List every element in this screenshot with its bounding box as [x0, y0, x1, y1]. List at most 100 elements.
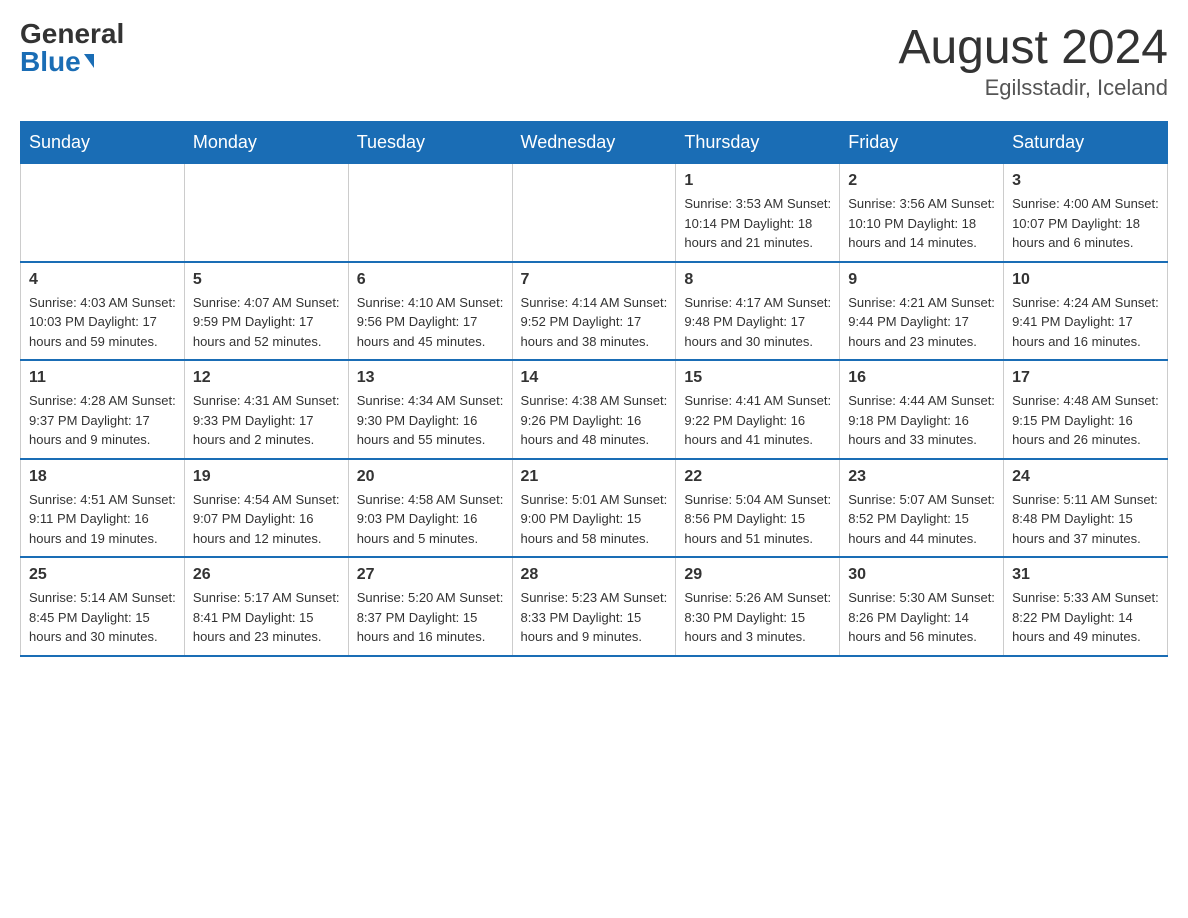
- day-info: Sunrise: 4:07 AM Sunset: 9:59 PM Dayligh…: [193, 293, 340, 352]
- logo-general-text: General: [20, 20, 124, 48]
- day-number: 24: [1012, 468, 1159, 486]
- day-number: 8: [684, 271, 831, 289]
- weekday-header-saturday: Saturday: [1004, 122, 1168, 164]
- day-number: 1: [684, 172, 831, 190]
- calendar-cell: 4 Sunrise: 4:03 AM Sunset: 10:03 PM Dayli…: [21, 262, 185, 361]
- day-number: 31: [1012, 566, 1159, 584]
- day-info: Sunrise: 4:28 AM Sunset: 9:37 PM Dayligh…: [29, 391, 176, 450]
- calendar-cell: 23Sunrise: 5:07 AM Sunset: 8:52 PM Dayli…: [840, 459, 1004, 558]
- day-info: Sunrise: 5:14 AM Sunset: 8:45 PM Dayligh…: [29, 588, 176, 647]
- day-info: Sunrise: 5:20 AM Sunset: 8:37 PM Dayligh…: [357, 588, 504, 647]
- logo-blue-text: Blue: [20, 48, 94, 76]
- calendar-week-3: 11 Sunrise: 4:28 AM Sunset: 9:37 PM Dayli…: [21, 360, 1168, 459]
- day-number: 10: [1012, 271, 1159, 289]
- weekday-header-sunday: Sunday: [21, 122, 185, 164]
- day-number: 11: [29, 369, 176, 387]
- day-info: Sunrise: 4:31 AM Sunset: 9:33 PM Dayligh…: [193, 391, 340, 450]
- calendar-week-5: 25 Sunrise: 5:14 AM Sunset: 8:45 PM Dayli…: [21, 557, 1168, 656]
- logo: General Blue: [20, 20, 124, 76]
- calendar-cell: 1 Sunrise: 3:53 AM Sunset: 10:14 PM Dayli…: [676, 164, 840, 262]
- calendar-cell: [348, 164, 512, 262]
- day-number: 30: [848, 566, 995, 584]
- day-number: 29: [684, 566, 831, 584]
- calendar-cell: 28Sunrise: 5:23 AM Sunset: 8:33 PM Dayli…: [512, 557, 676, 656]
- day-info: Sunrise: 5:26 AM Sunset: 8:30 PM Dayligh…: [684, 588, 831, 647]
- logo-arrow-icon: [84, 54, 94, 68]
- day-info: Sunrise: 4:48 AM Sunset: 9:15 PM Dayligh…: [1012, 391, 1159, 450]
- day-info: Sunrise: 5:11 AM Sunset: 8:48 PM Dayligh…: [1012, 490, 1159, 549]
- calendar-cell: 15 Sunrise: 4:41 AM Sunset: 9:22 PM Dayli…: [676, 360, 840, 459]
- day-number: 16: [848, 369, 995, 387]
- calendar-cell: 7 Sunrise: 4:14 AM Sunset: 9:52 PM Daylig…: [512, 262, 676, 361]
- day-number: 15: [684, 369, 831, 387]
- day-info: Sunrise: 4:58 AM Sunset: 9:03 PM Dayligh…: [357, 490, 504, 549]
- calendar-cell: 9Sunrise: 4:21 AM Sunset: 9:44 PM Daylig…: [840, 262, 1004, 361]
- day-info: Sunrise: 5:30 AM Sunset: 8:26 PM Dayligh…: [848, 588, 995, 647]
- calendar-cell: 3Sunrise: 4:00 AM Sunset: 10:07 PM Dayli…: [1004, 164, 1168, 262]
- day-number: 17: [1012, 369, 1159, 387]
- day-number: 28: [521, 566, 668, 584]
- day-number: 4: [29, 271, 176, 289]
- day-info: Sunrise: 4:24 AM Sunset: 9:41 PM Dayligh…: [1012, 293, 1159, 352]
- day-number: 19: [193, 468, 340, 486]
- day-number: 5: [193, 271, 340, 289]
- day-info: Sunrise: 5:04 AM Sunset: 8:56 PM Dayligh…: [684, 490, 831, 549]
- calendar-cell: 26Sunrise: 5:17 AM Sunset: 8:41 PM Dayli…: [184, 557, 348, 656]
- day-info: Sunrise: 4:41 AM Sunset: 9:22 PM Dayligh…: [684, 391, 831, 450]
- weekday-header-wednesday: Wednesday: [512, 122, 676, 164]
- weekday-header-row: SundayMondayTuesdayWednesdayThursdayFrid…: [21, 122, 1168, 164]
- day-info: Sunrise: 4:51 AM Sunset: 9:11 PM Dayligh…: [29, 490, 176, 549]
- day-info: Sunrise: 4:17 AM Sunset: 9:48 PM Dayligh…: [684, 293, 831, 352]
- location: Egilsstadir, Iceland: [898, 75, 1168, 101]
- calendar-cell: 10 Sunrise: 4:24 AM Sunset: 9:41 PM Dayli…: [1004, 262, 1168, 361]
- day-number: 6: [357, 271, 504, 289]
- calendar-cell: [184, 164, 348, 262]
- calendar-cell: 24 Sunrise: 5:11 AM Sunset: 8:48 PM Dayli…: [1004, 459, 1168, 558]
- calendar-cell: [512, 164, 676, 262]
- day-info: Sunrise: 4:38 AM Sunset: 9:26 PM Dayligh…: [521, 391, 668, 450]
- day-number: 25: [29, 566, 176, 584]
- day-info: Sunrise: 4:03 AM Sunset: 10:03 PM Daylig…: [29, 293, 176, 352]
- day-number: 7: [521, 271, 668, 289]
- weekday-header-thursday: Thursday: [676, 122, 840, 164]
- calendar-cell: 2 Sunrise: 3:56 AM Sunset: 10:10 PM Dayli…: [840, 164, 1004, 262]
- calendar-cell: 27 Sunrise: 5:20 AM Sunset: 8:37 PM Dayli…: [348, 557, 512, 656]
- day-info: Sunrise: 4:21 AM Sunset: 9:44 PM Dayligh…: [848, 293, 995, 352]
- day-number: 20: [357, 468, 504, 486]
- calendar-cell: 16Sunrise: 4:44 AM Sunset: 9:18 PM Dayli…: [840, 360, 1004, 459]
- calendar-week-4: 18Sunrise: 4:51 AM Sunset: 9:11 PM Dayli…: [21, 459, 1168, 558]
- calendar-cell: 6 Sunrise: 4:10 AM Sunset: 9:56 PM Daylig…: [348, 262, 512, 361]
- calendar-cell: 18Sunrise: 4:51 AM Sunset: 9:11 PM Dayli…: [21, 459, 185, 558]
- calendar-week-1: 1 Sunrise: 3:53 AM Sunset: 10:14 PM Dayli…: [21, 164, 1168, 262]
- calendar-cell: 21 Sunrise: 5:01 AM Sunset: 9:00 PM Dayli…: [512, 459, 676, 558]
- calendar-week-2: 4 Sunrise: 4:03 AM Sunset: 10:03 PM Dayli…: [21, 262, 1168, 361]
- day-number: 13: [357, 369, 504, 387]
- day-info: Sunrise: 3:53 AM Sunset: 10:14 PM Daylig…: [684, 194, 831, 253]
- day-info: Sunrise: 4:14 AM Sunset: 9:52 PM Dayligh…: [521, 293, 668, 352]
- day-info: Sunrise: 5:01 AM Sunset: 9:00 PM Dayligh…: [521, 490, 668, 549]
- weekday-header-friday: Friday: [840, 122, 1004, 164]
- day-number: 21: [521, 468, 668, 486]
- calendar-table: SundayMondayTuesdayWednesdayThursdayFrid…: [20, 121, 1168, 657]
- calendar-cell: 30 Sunrise: 5:30 AM Sunset: 8:26 PM Dayli…: [840, 557, 1004, 656]
- calendar-cell: 19Sunrise: 4:54 AM Sunset: 9:07 PM Dayli…: [184, 459, 348, 558]
- calendar-cell: 13Sunrise: 4:34 AM Sunset: 9:30 PM Dayli…: [348, 360, 512, 459]
- day-number: 2: [848, 172, 995, 190]
- day-number: 14: [521, 369, 668, 387]
- calendar-cell: [21, 164, 185, 262]
- calendar-cell: 14 Sunrise: 4:38 AM Sunset: 9:26 PM Dayli…: [512, 360, 676, 459]
- day-info: Sunrise: 4:00 AM Sunset: 10:07 PM Daylig…: [1012, 194, 1159, 253]
- month-title: August 2024: [898, 20, 1168, 75]
- calendar-cell: 12Sunrise: 4:31 AM Sunset: 9:33 PM Dayli…: [184, 360, 348, 459]
- title-area: August 2024 Egilsstadir, Iceland: [898, 20, 1168, 101]
- day-number: 27: [357, 566, 504, 584]
- day-info: Sunrise: 4:10 AM Sunset: 9:56 PM Dayligh…: [357, 293, 504, 352]
- page-header: General Blue August 2024 Egilsstadir, Ic…: [20, 20, 1168, 101]
- calendar-cell: 17 Sunrise: 4:48 AM Sunset: 9:15 PM Dayli…: [1004, 360, 1168, 459]
- day-number: 23: [848, 468, 995, 486]
- weekday-header-monday: Monday: [184, 122, 348, 164]
- calendar-cell: 29 Sunrise: 5:26 AM Sunset: 8:30 PM Dayli…: [676, 557, 840, 656]
- day-info: Sunrise: 3:56 AM Sunset: 10:10 PM Daylig…: [848, 194, 995, 253]
- day-number: 26: [193, 566, 340, 584]
- day-info: Sunrise: 5:33 AM Sunset: 8:22 PM Dayligh…: [1012, 588, 1159, 647]
